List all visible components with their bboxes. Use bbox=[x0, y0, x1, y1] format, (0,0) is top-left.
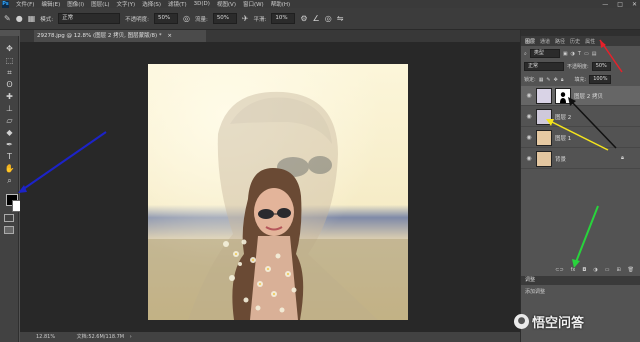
green-arrow bbox=[572, 205, 599, 268]
watermark-text: 悟空问答 bbox=[532, 316, 585, 331]
red-arrow bbox=[599, 39, 623, 73]
annotation-arrows bbox=[18, 39, 623, 268]
watermark: ● 悟空问答 bbox=[514, 312, 584, 331]
black-arrow bbox=[568, 97, 617, 149]
yellow-arrow bbox=[546, 119, 609, 151]
blue-arrow bbox=[18, 131, 107, 193]
watermark-logo-icon: ● bbox=[514, 314, 529, 329]
